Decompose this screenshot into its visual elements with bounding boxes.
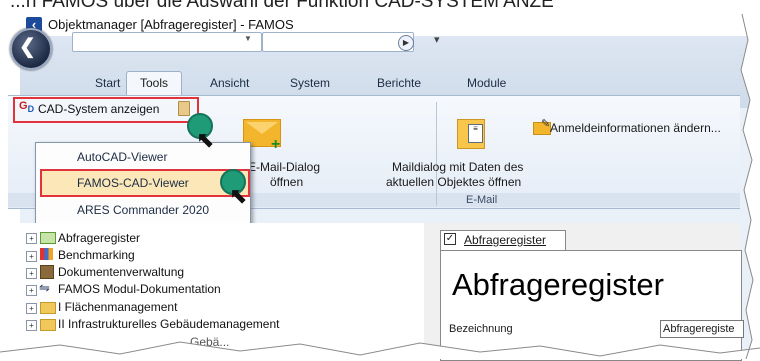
quick-access-combobox[interactable] (72, 32, 262, 52)
tree-item-dokumentenverwaltung[interactable]: Dokumentenverwaltung (58, 265, 184, 279)
expand-icon[interactable]: + (26, 303, 37, 314)
cad-system-label: CAD-System anzeigen (38, 102, 160, 116)
bezeichnung-field[interactable]: Abfrageregiste (660, 320, 744, 338)
change-login-button[interactable]: Anmeldeinformationen ändern... (550, 121, 721, 135)
menu-item-ares-commander[interactable]: ARES Commander 2020 (77, 203, 209, 217)
cad-icon: GD (19, 100, 35, 115)
tab-ansicht[interactable]: Ansicht (210, 73, 249, 94)
play-icon[interactable]: ▶ (398, 35, 414, 51)
tab-tools[interactable]: Tools (126, 71, 182, 97)
maildialog-label[interactable]: Maildialog mit Daten des (392, 160, 523, 174)
expand-icon[interactable]: + (26, 233, 37, 244)
tab-berichte[interactable]: Berichte (377, 73, 421, 94)
expand-icon[interactable]: + (26, 285, 37, 296)
tab-module[interactable]: Module (467, 73, 506, 94)
folder-icon (40, 302, 56, 314)
group-separator (436, 102, 437, 206)
email-dialog-label-line2[interactable]: öffnen (270, 175, 303, 189)
chart-icon (40, 248, 53, 260)
pen-icon: ✎ (541, 118, 551, 130)
folder-icon (40, 319, 56, 331)
tools-icon: ⇋ (39, 280, 50, 295)
back-arrow-icon: ❮ (19, 36, 36, 58)
mouse-cursor-icon: ⬉ (196, 127, 215, 152)
tree-item-infrastrukturelles-gebaeudemanagement[interactable]: II Infrastrukturelles Gebäudemanagement (58, 317, 279, 331)
expand-icon[interactable]: + (26, 268, 37, 279)
folder-icon (40, 232, 56, 244)
tree-item-flaechenmanagement[interactable]: I Flächenmanagement (58, 300, 177, 314)
document-icon: ≡ (468, 124, 483, 143)
document-caption: ...n FAMOS über die Auswahl der Funktion… (10, 0, 554, 12)
tab-start[interactable]: Start (95, 73, 120, 94)
detail-tab-label[interactable]: Abfrageregister (464, 233, 546, 247)
expand-icon[interactable]: + (26, 251, 37, 262)
mouse-cursor-icon: ⬉ (229, 183, 248, 208)
expand-icon[interactable]: + (26, 320, 37, 331)
tab-system[interactable]: System (290, 73, 330, 94)
plus-icon: + (271, 136, 281, 153)
tree-item-benchmarking[interactable]: Benchmarking (58, 248, 135, 262)
bezeichnung-label: Bezeichnung (449, 323, 513, 335)
menu-item-autocad-viewer[interactable]: AutoCAD-Viewer (77, 150, 167, 164)
tree-item-famos-modul-dokumentation[interactable]: FAMOS Modul-Dokumentation (58, 282, 221, 296)
checkbox-icon[interactable]: ✓ (444, 233, 456, 245)
cad-system-dropdown-arrow[interactable] (178, 101, 190, 116)
detail-heading: Abfrageregister (452, 267, 664, 302)
dropdown-arrow-icon[interactable]: ▼ (244, 34, 252, 43)
customize-toolbar-icon[interactable]: ▾ (434, 33, 440, 46)
maildialog-label-line2[interactable]: aktuellen Objektes öffnen (386, 175, 521, 189)
window-title: Objektmanager [Abfrageregister] - FAMOS (48, 17, 294, 32)
group-label-email: E-Mail (466, 194, 498, 206)
tree-item-partial[interactable]: Gebä... (190, 335, 229, 349)
menu-item-famos-cad-viewer[interactable]: FAMOS-CAD-Viewer (77, 176, 189, 190)
archive-icon (40, 265, 54, 279)
tree-item-abfrageregister[interactable]: Abfrageregister (58, 231, 140, 245)
quick-access-field[interactable] (262, 32, 414, 52)
